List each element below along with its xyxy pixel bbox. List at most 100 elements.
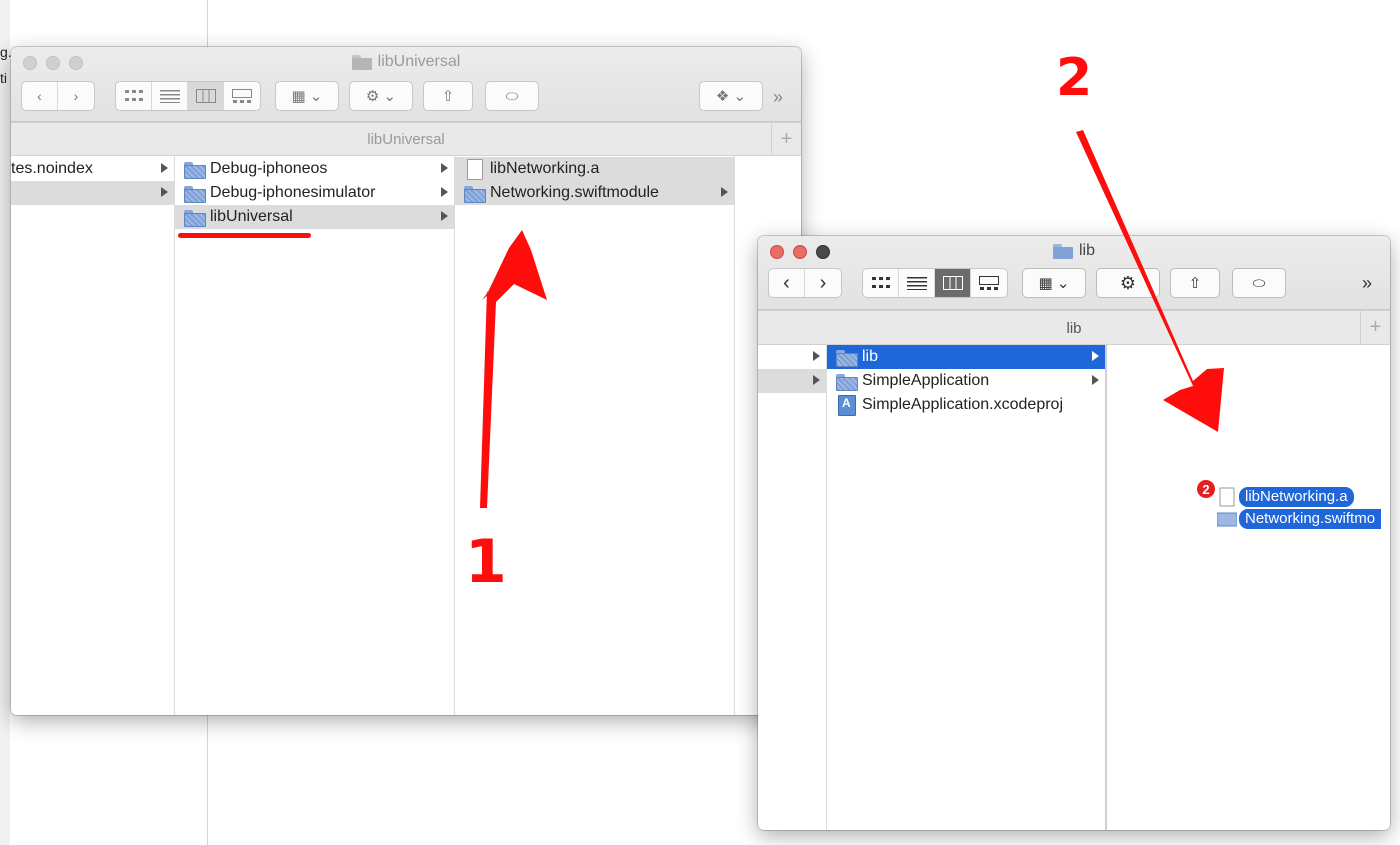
window-title: lib (758, 242, 1390, 260)
list-item[interactable]: SimpleApplication (827, 369, 1105, 393)
browser-column-1: tes.noindex (11, 156, 175, 715)
path-label: libUniversal (367, 131, 445, 148)
item-label: tes.noindex (11, 160, 93, 177)
folder-icon (1217, 512, 1237, 527)
toolbar-overflow-button[interactable]: » (773, 87, 783, 108)
disclosure-arrow-icon (161, 187, 168, 197)
list-item[interactable] (11, 181, 174, 205)
dragged-item: libNetworking.a (1217, 487, 1354, 507)
path-label: lib (1066, 320, 1082, 337)
folder-icon (351, 54, 372, 70)
tag-button[interactable]: ⬭ (1232, 268, 1286, 298)
browser-column-2: lib SimpleApplication SimpleApplication.… (827, 345, 1107, 830)
folder-icon (184, 185, 206, 203)
dragged-item: Networking.swiftmo (1217, 509, 1382, 529)
annotation-step-1: 1 (465, 527, 507, 597)
share-button[interactable]: ⇧ (423, 81, 473, 111)
list-view-icon (906, 277, 927, 290)
folder-icon (1052, 243, 1073, 259)
browser-column-2: Debug-iphoneos Debug-iphonesimulator lib… (175, 156, 455, 715)
column-view-button[interactable] (935, 269, 971, 297)
window-title-text: lib (1078, 242, 1095, 259)
list-item[interactable]: lib (827, 345, 1105, 369)
window-titlebar: lib ‹ › ▦ ⌄ ⚙ ⇧ ⬭ » (758, 236, 1390, 310)
dragged-item-label: Networking.swiftmo (1239, 509, 1382, 529)
list-item[interactable]: libNetworking.a (455, 157, 734, 181)
path-bar: libUniversal + (11, 122, 801, 156)
disclosure-arrow-icon (721, 187, 728, 197)
group-by-button[interactable]: ▦ ⌄ (1022, 268, 1086, 298)
column-view-icon (195, 89, 216, 103)
back-button[interactable]: ‹ (22, 82, 58, 110)
back-button[interactable]: ‹ (769, 269, 805, 297)
window-title: libUniversal (11, 53, 801, 71)
item-label: Debug-iphoneos (210, 160, 328, 177)
list-item[interactable] (758, 369, 826, 393)
item-label: lib (862, 348, 879, 365)
disclosure-arrow-icon (813, 375, 820, 385)
share-button[interactable]: ⇧ (1170, 268, 1220, 298)
drag-count-badge: 2 (1195, 478, 1217, 500)
list-item[interactable] (758, 345, 826, 369)
list-view-button[interactable] (899, 269, 935, 297)
gallery-view-icon (979, 276, 999, 290)
item-label: Debug-iphonesimulator (210, 184, 376, 201)
column-browser: tes.noindex Debug-iphoneos Debug-iphones… (11, 156, 801, 715)
folder-icon (836, 349, 858, 367)
forward-button[interactable]: › (58, 82, 94, 110)
column-view-button[interactable] (188, 82, 224, 110)
disclosure-arrow-icon (441, 163, 448, 173)
disclosure-arrow-icon (441, 187, 448, 197)
dragged-item-label: libNetworking.a (1239, 487, 1354, 507)
annotation-step-2: 2 (1056, 48, 1093, 108)
disclosure-arrow-icon (161, 163, 168, 173)
grid-view-icon (124, 90, 143, 101)
forward-button[interactable]: › (805, 269, 841, 297)
folder-icon (464, 185, 486, 203)
list-item[interactable]: Debug-iphoneos (175, 157, 454, 181)
path-bar: lib + (758, 310, 1390, 345)
disclosure-arrow-icon (1092, 351, 1099, 361)
disclosure-arrow-icon (1092, 375, 1099, 385)
browser-column-1 (758, 345, 827, 830)
gallery-view-button[interactable] (971, 269, 1007, 297)
background-fragment: g. (0, 44, 12, 60)
grid-view-icon (871, 277, 890, 288)
view-mode-control (862, 268, 1008, 298)
list-item[interactable]: Networking.swiftmodule (455, 181, 734, 205)
list-item[interactable]: Debug-iphonesimulator (175, 181, 454, 205)
list-view-icon (159, 90, 180, 103)
item-label: SimpleApplication.xcodeproj (862, 396, 1063, 413)
folder-icon (836, 373, 858, 391)
window-titlebar: libUniversal ‹ › ▦ ⌄ ⚙ ⌄ ⇧ ⬭ ❖ ⌄ » (11, 47, 801, 122)
folder-icon (184, 209, 206, 227)
browser-column-3: libNetworking.a Networking.swiftmodule (455, 156, 735, 715)
list-item[interactable]: SimpleApplication.xcodeproj (827, 393, 1105, 417)
desktop: g. ti libUniversal ‹ › ▦ ⌄ ⚙ ⌄ ⇧ ⬭ ❖ ⌄ »… (0, 0, 1400, 845)
folder-icon (184, 161, 206, 179)
window-title-text: libUniversal (377, 53, 461, 70)
nav-buttons: ‹ › (768, 268, 842, 298)
action-menu-button[interactable]: ⚙ ⌄ (349, 81, 413, 111)
action-menu-button[interactable]: ⚙ (1096, 268, 1160, 298)
group-by-button[interactable]: ▦ ⌄ (275, 81, 339, 111)
background-sidebar (0, 0, 10, 845)
icon-view-button[interactable] (116, 82, 152, 110)
browser-column-3-drop-target[interactable] (1109, 345, 1390, 830)
add-tab-button[interactable]: + (771, 123, 801, 155)
column-view-icon (942, 276, 963, 290)
finder-window-lib: lib ‹ › ▦ ⌄ ⚙ ⇧ ⬭ » lib + lib SimpleAppl… (758, 236, 1390, 830)
list-item[interactable]: libUniversal (175, 205, 454, 229)
gallery-view-button[interactable] (224, 82, 260, 110)
background-fragment: ti (0, 70, 7, 86)
finder-window-libuniversal: libUniversal ‹ › ▦ ⌄ ⚙ ⌄ ⇧ ⬭ ❖ ⌄ » libUn… (11, 47, 801, 715)
icon-view-button[interactable] (863, 269, 899, 297)
dropbox-button[interactable]: ❖ ⌄ (699, 81, 763, 111)
add-tab-button[interactable]: + (1360, 311, 1390, 344)
toolbar-overflow-button[interactable]: » (1362, 273, 1372, 294)
tag-button[interactable]: ⬭ (485, 81, 539, 111)
list-view-button[interactable] (152, 82, 188, 110)
list-item[interactable]: tes.noindex (11, 157, 174, 181)
gallery-view-icon (232, 89, 252, 103)
xcode-project-icon (836, 394, 856, 416)
